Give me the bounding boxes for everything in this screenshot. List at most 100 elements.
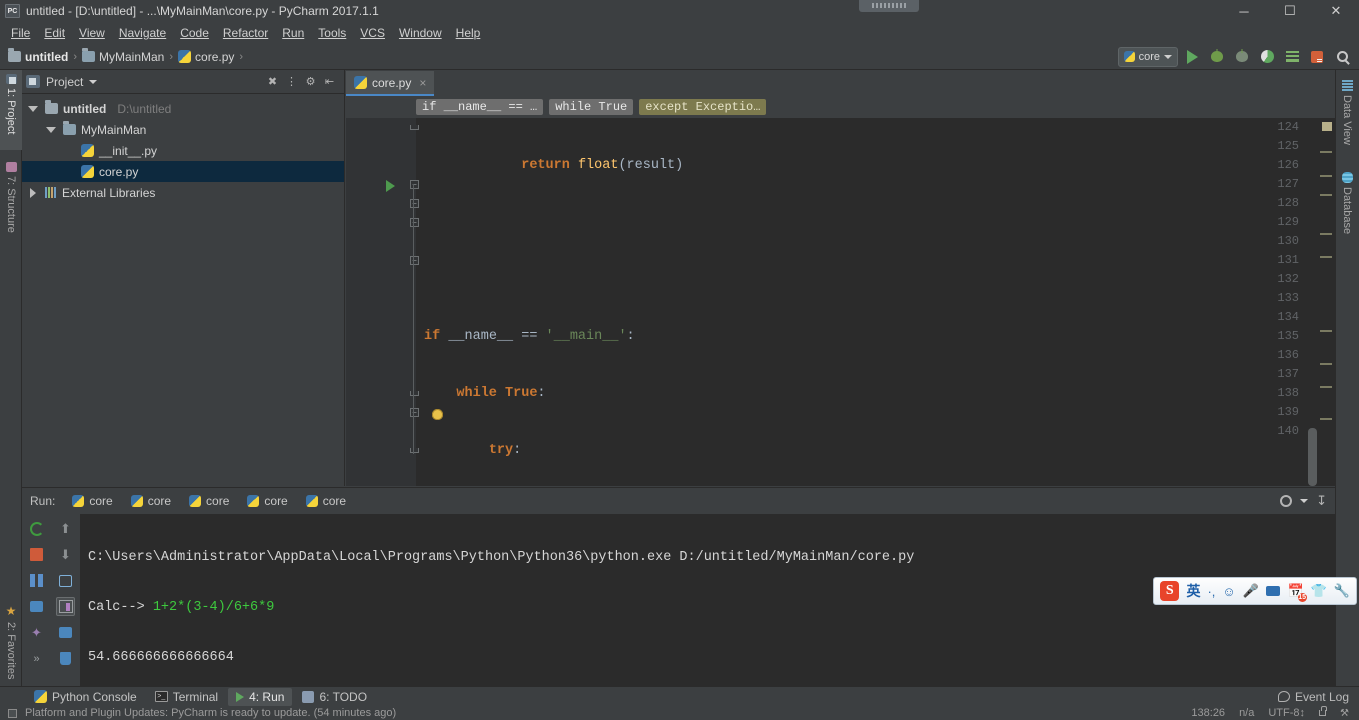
fold-marker[interactable]: − — [409, 251, 420, 270]
tree-item-mymainman[interactable]: MyMainMan — [22, 119, 344, 140]
menu-refactor[interactable]: Refactor — [216, 24, 275, 42]
print-button[interactable] — [27, 597, 46, 616]
tab-terminal[interactable]: >_ Terminal — [147, 688, 226, 706]
print-console-button[interactable] — [56, 623, 75, 642]
scroll-up-button[interactable]: ⬆ — [56, 519, 75, 538]
sidebar-item-favorites[interactable]: ★ 2: Favorites — [0, 600, 22, 686]
maximize-button[interactable]: ☐ — [1267, 0, 1313, 22]
scroll-from-source-icon[interactable]: ⋮ — [285, 75, 298, 88]
settings-icon[interactable] — [1280, 495, 1293, 507]
sogou-logo-icon[interactable]: S — [1160, 581, 1180, 601]
rerun-button[interactable] — [27, 519, 46, 538]
close-button[interactable]: ✕ — [1313, 0, 1359, 22]
code-text[interactable]: return float(result) if __name__ == '__m… — [424, 118, 1335, 486]
tree-item-init-py[interactable]: __init__.py — [22, 140, 344, 161]
menu-code[interactable]: Code — [173, 24, 216, 42]
ime-mode-label[interactable]: 英 — [1186, 581, 1200, 601]
close-icon[interactable]: × — [419, 76, 426, 90]
run-gutter-icon[interactable] — [386, 180, 395, 192]
export-icon[interactable]: ↧ — [1316, 493, 1327, 509]
tab-python-console[interactable]: Python Console — [26, 688, 145, 706]
sidebar-item-project[interactable]: 1: Project — [0, 70, 22, 150]
console-output[interactable]: C:\Users\Administrator\AppData\Local\Pro… — [80, 514, 1335, 687]
fold-marker[interactable] — [409, 384, 420, 403]
breadcrumb-untitled[interactable]: untitled — [4, 48, 72, 65]
run-button[interactable] — [1181, 46, 1203, 68]
search-everywhere-button[interactable] — [1331, 46, 1353, 68]
collapse-all-icon[interactable]: ✖ — [266, 75, 279, 88]
pin-button[interactable]: ✦ — [27, 623, 46, 642]
structure-crumb-while[interactable]: while True — [549, 99, 634, 115]
status-checkbox[interactable] — [8, 708, 17, 718]
tab-todo[interactable]: 6: TODO — [294, 688, 375, 706]
clear-all-button[interactable] — [56, 649, 75, 668]
line-separator[interactable]: n/a — [1239, 707, 1254, 719]
stop-button[interactable] — [27, 545, 46, 564]
use-console-button[interactable] — [56, 597, 75, 616]
event-log-button[interactable]: Event Log — [1277, 690, 1359, 704]
more-button[interactable]: » — [27, 649, 46, 668]
fold-marker[interactable]: − — [409, 213, 420, 232]
fold-marker[interactable] — [409, 118, 420, 137]
window-drag-handle[interactable] — [859, 0, 919, 12]
sidebar-item-database[interactable]: Database — [1336, 168, 1358, 256]
minimize-button[interactable]: ─ — [1221, 0, 1267, 22]
soft-wrap-button[interactable] — [56, 571, 75, 590]
pause-button[interactable] — [27, 571, 46, 590]
wrench-icon[interactable]: 🔧 — [1334, 583, 1350, 599]
chevron-down-icon[interactable] — [89, 79, 98, 84]
comma-icon[interactable]: ·, — [1207, 584, 1215, 599]
tree-item-core-py[interactable]: core.py — [22, 161, 344, 182]
stop-button[interactable] — [1306, 46, 1328, 68]
editor-scrollbar[interactable] — [1308, 118, 1317, 486]
menu-tools[interactable]: Tools — [311, 24, 353, 42]
breadcrumb-corepy[interactable]: core.py — [174, 49, 238, 65]
menu-window[interactable]: Window — [392, 24, 449, 42]
skin-icon[interactable]: 👕 — [1311, 583, 1327, 599]
tab-run[interactable]: 4: Run — [228, 687, 293, 706]
menu-view[interactable]: View — [72, 24, 112, 42]
fold-marker[interactable]: − — [409, 403, 420, 422]
debug-button[interactable] — [1206, 46, 1228, 68]
hide-icon[interactable]: ⇤ — [323, 75, 336, 88]
coverage-button[interactable] — [1256, 46, 1278, 68]
run-tab-1[interactable]: core — [63, 491, 121, 511]
structure-crumb-except[interactable]: except Exceptio… — [639, 99, 767, 115]
keyboard-icon[interactable] — [1265, 586, 1281, 596]
run-tab-4[interactable]: core — [238, 491, 296, 511]
settings-icon[interactable]: ⚙ — [304, 75, 317, 88]
tree-item-untitled[interactable]: untitled D:\untitled — [22, 98, 344, 119]
twisty-down-icon[interactable] — [26, 105, 40, 112]
twisty-down-icon[interactable] — [44, 126, 58, 133]
fold-marker[interactable]: − — [409, 175, 420, 194]
menu-vcs[interactable]: VCS — [353, 24, 392, 42]
debug-dotted-button[interactable] — [1231, 46, 1253, 68]
scroll-down-button[interactable]: ⬇ — [56, 545, 75, 564]
caret-position[interactable]: 138:26 — [1191, 707, 1225, 719]
structure-crumb-if[interactable]: if __name__ == … — [416, 99, 544, 115]
menu-file[interactable]: File — [4, 24, 37, 42]
scrollbar-thumb[interactable] — [1308, 428, 1317, 486]
menu-edit[interactable]: Edit — [37, 24, 72, 42]
chevron-down-icon[interactable] — [1300, 499, 1309, 503]
sogou-ime-toolbar[interactable]: S 英 ·, ☺ 🎤 📅 15 👕 🔧 — [1153, 577, 1357, 605]
run-tab-3[interactable]: core — [180, 491, 238, 511]
tab-core-py[interactable]: core.py × — [346, 71, 435, 96]
error-stripe-column[interactable] — [1318, 118, 1332, 486]
lock-icon[interactable] — [1319, 706, 1328, 716]
fold-marker[interactable]: − — [409, 194, 420, 213]
run-tab-5[interactable]: core — [297, 491, 355, 511]
code-editor[interactable]: 124 125 126 127 128 129 130 131 132 133 … — [346, 118, 1335, 486]
twisty-right-icon[interactable] — [26, 187, 40, 198]
sidebar-item-structure[interactable]: 7: Structure — [0, 158, 22, 258]
menu-navigate[interactable]: Navigate — [112, 24, 173, 42]
status-message[interactable]: Platform and Plugin Updates: PyCharm is … — [25, 707, 396, 719]
microphone-icon[interactable]: 🎤 — [1243, 583, 1259, 599]
menu-help[interactable]: Help — [449, 24, 488, 42]
encoding-label[interactable]: UTF-8↕ — [1268, 707, 1305, 719]
smiley-icon[interactable]: ☺ — [1222, 584, 1235, 599]
sidebar-item-data-view[interactable]: Data View — [1336, 76, 1358, 162]
run-configuration-selector[interactable]: core — [1117, 46, 1178, 67]
hammer-icon[interactable]: ⚒ — [1340, 708, 1349, 719]
fold-marker[interactable] — [409, 441, 420, 460]
